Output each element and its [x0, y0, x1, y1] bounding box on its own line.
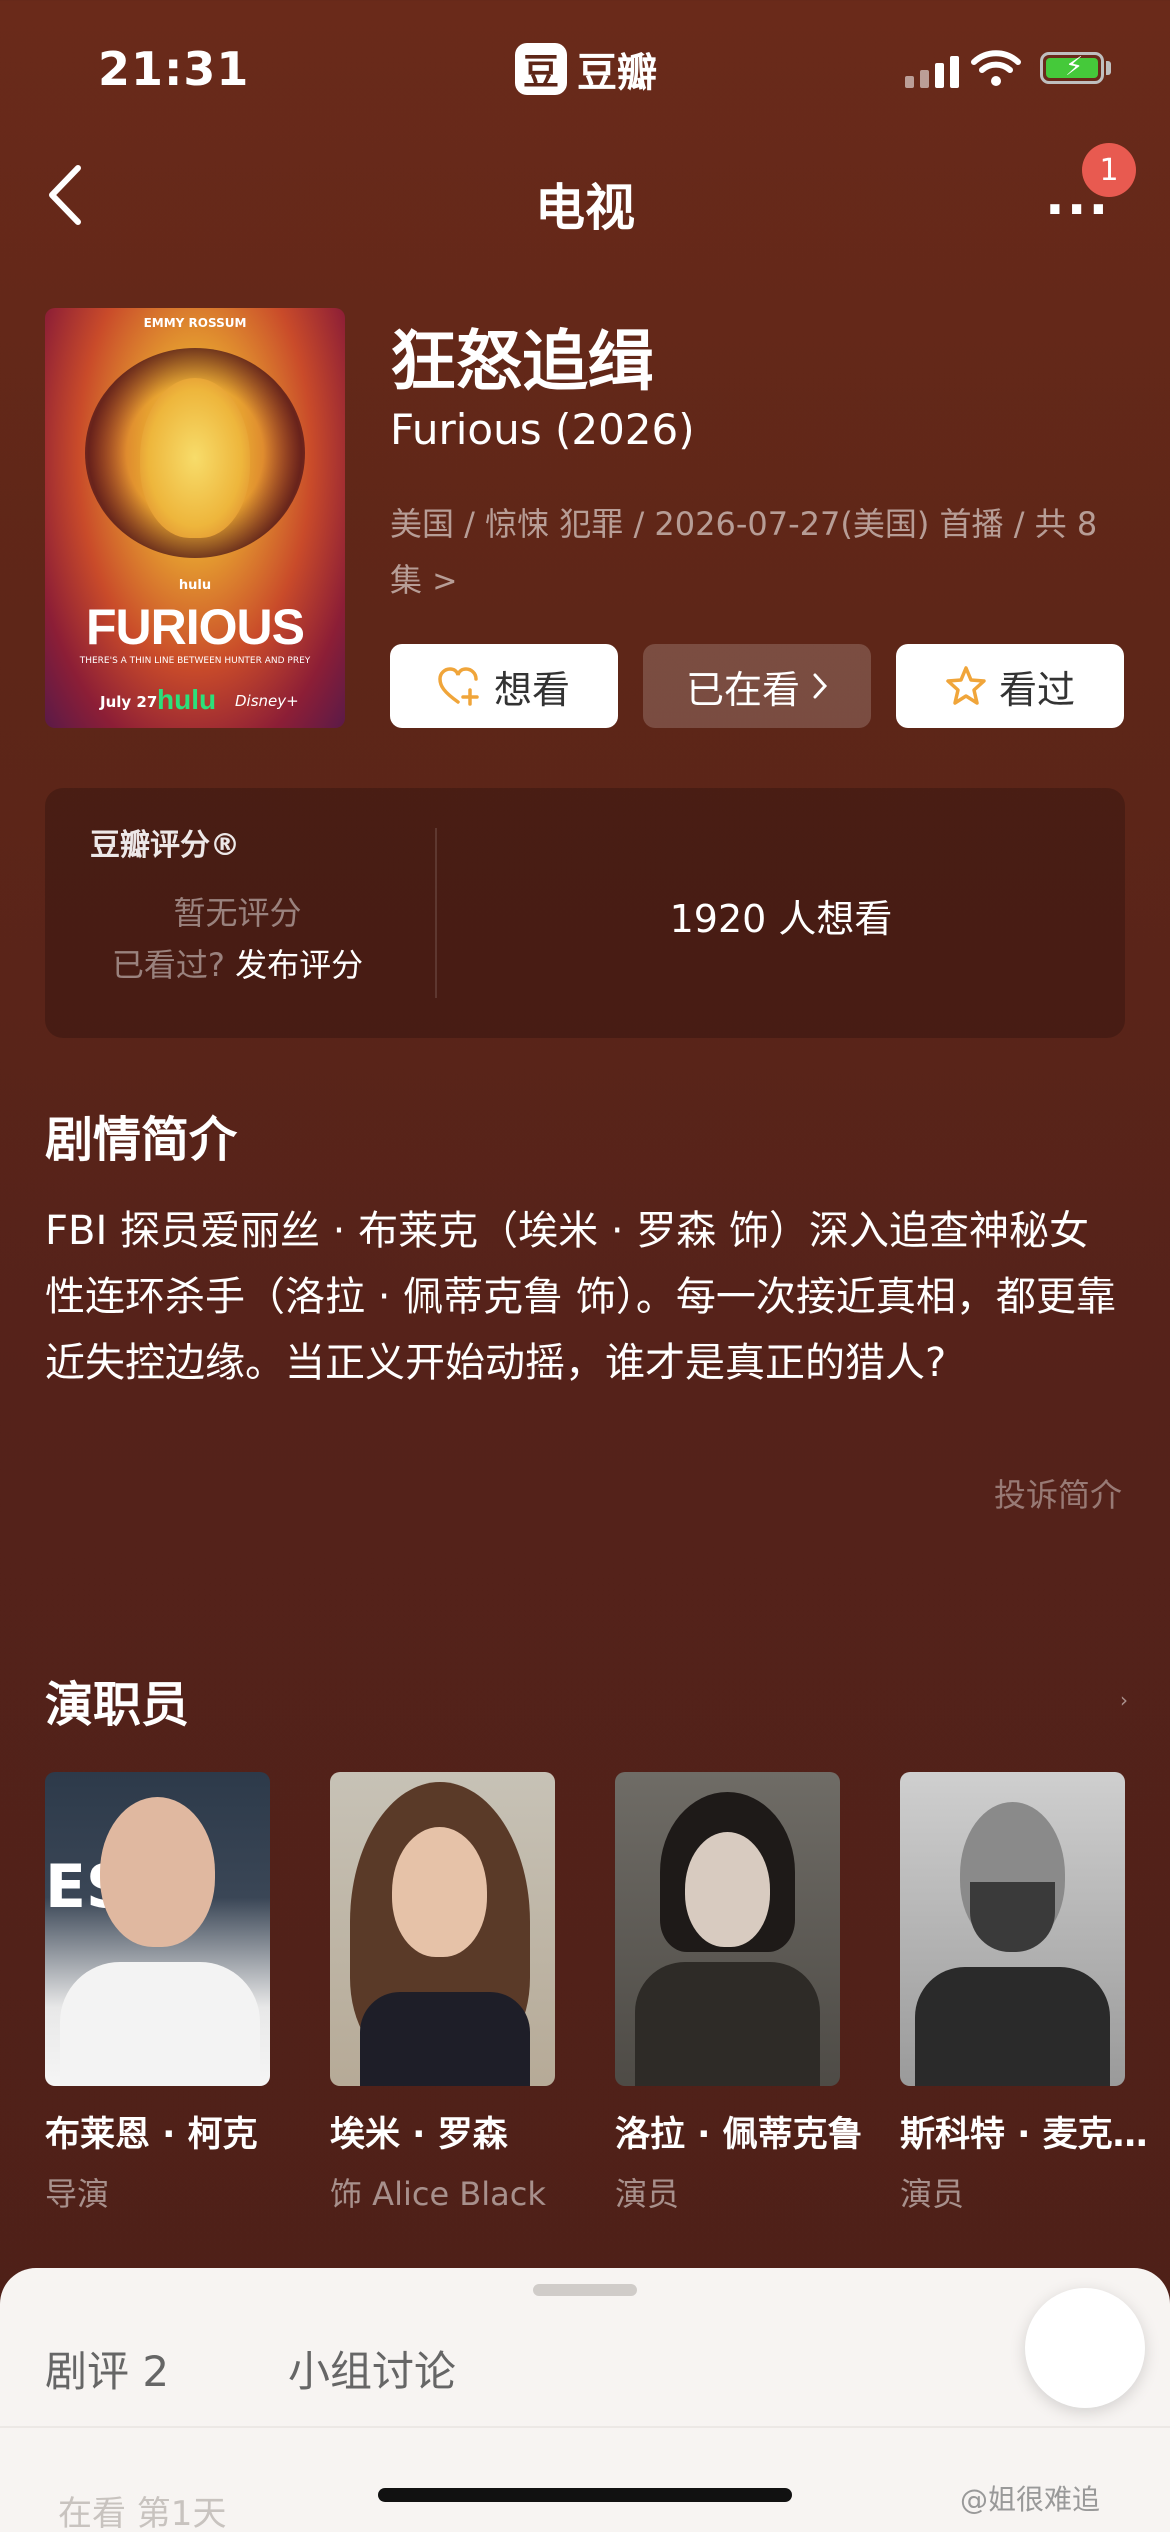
- watching-label: 已在看: [685, 667, 800, 712]
- show-title-cn: 狂怒追缉: [390, 323, 654, 400]
- poster-network-small: hulu: [178, 578, 212, 593]
- synopsis-heading: 剧情简介: [45, 1112, 238, 1168]
- sheet-grabber[interactable]: [533, 2284, 637, 2296]
- cellular-signal-icon: [905, 54, 959, 88]
- cast-member[interactable]: 埃米 · 罗森 饰 Alice Black: [330, 1772, 555, 2215]
- watched-button[interactable]: 看过: [896, 644, 1124, 728]
- cast-member[interactable]: 洛拉 · 佩蒂克鲁 演员: [615, 1772, 863, 2215]
- rating-label: 豆瓣评分®: [90, 828, 240, 863]
- wish-count: 1920 人想看: [669, 897, 893, 941]
- star-icon: [946, 666, 986, 705]
- show-poster[interactable]: EMMY ROSSUM hulu FURIOUS THERE'S A THIN …: [45, 308, 345, 728]
- watermark: @姐很难追: [960, 2483, 1101, 2516]
- floating-action-button[interactable]: [1025, 2288, 1145, 2408]
- rating-none-text: 暂无评分: [173, 894, 302, 932]
- home-indicator[interactable]: [378, 2488, 792, 2502]
- cast-name: 洛拉 · 佩蒂克鲁: [615, 2115, 863, 2155]
- watched-label: 看过: [998, 667, 1075, 712]
- cast-more-icon[interactable]: ›: [1120, 1688, 1128, 1712]
- cast-role: 演员: [615, 2175, 680, 2213]
- cast-role: 饰 Alice Black: [330, 2175, 546, 2213]
- chevron-right-icon: [813, 673, 828, 699]
- poster-title: FURIOUS: [86, 599, 305, 655]
- peek-text: 在看 第1天: [58, 2494, 227, 2532]
- status-bar: 21:31 豆 豆瓣 ⚡: [0, 0, 1170, 140]
- show-meta-link[interactable]: 美国 / 惊悚 犯罪 / 2026-07-27(美国) 首播 / 共 8 集 >: [390, 496, 1130, 610]
- want-label: 想看: [493, 667, 570, 712]
- poster-date: July 27: [100, 693, 158, 711]
- cast-member[interactable]: ES 布莱恩 · 柯克 导演: [45, 1772, 270, 2215]
- cast-member[interactable]: 斯科特 · 麦克... 演员: [900, 1772, 1150, 2215]
- cast-photo: [615, 1772, 840, 2086]
- cast-name: 斯科特 · 麦克...: [900, 2115, 1150, 2155]
- heart-plus-icon: [438, 667, 479, 706]
- cast-photo: [330, 1772, 555, 2086]
- cast-name: 布莱恩 · 柯克: [45, 2115, 258, 2155]
- cast-photo: [900, 1772, 1125, 2086]
- cast-role: 导演: [45, 2175, 110, 2213]
- sheet-divider: [0, 2426, 1170, 2428]
- status-time: 21:31: [98, 42, 250, 96]
- app-logo: 豆 豆瓣: [515, 40, 657, 98]
- cast-name: 埃米 · 罗森: [330, 2115, 508, 2155]
- report-synopsis-link[interactable]: 投诉简介: [994, 1470, 1122, 1516]
- tab-reviews[interactable]: 剧评 2: [45, 2338, 169, 2399]
- wifi-icon: [971, 50, 1021, 86]
- rating-watched-prompt: 已看过?: [111, 946, 225, 984]
- rating-card: 豆瓣评分® 暂无评分 已看过? 发布评分 1920 人想看: [45, 788, 1125, 1038]
- rating-prompt: 已看过? 发布评分: [45, 940, 430, 986]
- notification-badge: 1: [1082, 143, 1136, 197]
- want-to-watch-button[interactable]: 想看: [390, 644, 618, 728]
- poster-actor-text: EMMY ROSSUM: [143, 316, 247, 330]
- cast-role: 演员: [900, 2175, 965, 2213]
- page-title: 电视: [535, 179, 635, 237]
- app-name: 豆瓣: [577, 50, 657, 96]
- synopsis-text[interactable]: FBI 探员爱丽丝 · 布莱克（埃米 · 罗森 饰）深入追查神秘女性连环杀手（洛…: [45, 1198, 1125, 1396]
- battery-icon: ⚡: [1040, 52, 1104, 84]
- chevron-right-icon: >: [432, 564, 458, 599]
- watching-button[interactable]: 已在看: [643, 644, 871, 728]
- douban-logo-icon: 豆: [515, 43, 567, 95]
- show-title-en: Furious (2026): [390, 405, 695, 454]
- cast-photo: ES: [45, 1772, 270, 2086]
- poster-face: [140, 378, 250, 538]
- cast-heading: 演职员: [45, 1677, 190, 1733]
- tab-group-discussion[interactable]: 小组讨论: [288, 2338, 456, 2399]
- show-meta: 美国 / 惊悚 犯罪 / 2026-07-27(美国) 首播 / 共 8 集: [390, 505, 1098, 599]
- poster-network-logo: hulu: [157, 684, 217, 715]
- rate-action-link[interactable]: 发布评分: [235, 946, 363, 984]
- poster-tagline: THERE'S A THIN LINE BETWEEN HUNTER AND P…: [79, 656, 311, 666]
- poster-partner-logo: Disney+: [235, 692, 299, 710]
